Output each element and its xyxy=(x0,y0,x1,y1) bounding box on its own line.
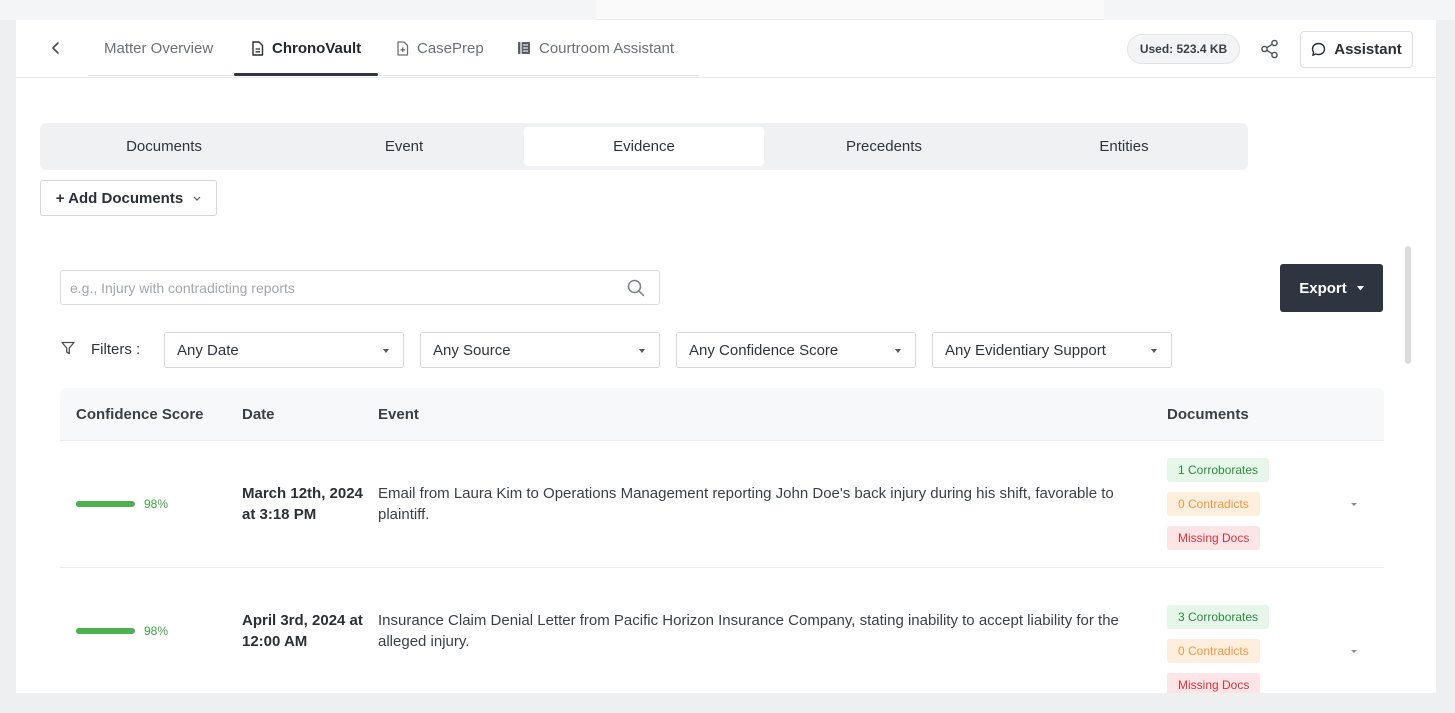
corroborates-badge[interactable]: 1 Corroborates xyxy=(1167,458,1270,482)
subtab-entities[interactable]: Entities xyxy=(1004,127,1244,166)
table-row[interactable]: 98% March 12th, 2024 at 3:18 PM Email fr… xyxy=(60,441,1384,568)
select-value: Any Evidentiary Support xyxy=(945,341,1106,359)
tab-courtroom-assistant[interactable]: Courtroom Assistant xyxy=(517,20,674,76)
table-header: Confidence Score Date Event Documents xyxy=(60,388,1384,441)
confidence-bar xyxy=(76,501,135,507)
tab-matter-overview[interactable]: Matter Overview xyxy=(104,20,213,76)
tab-label: CasePrep xyxy=(417,39,484,57)
tab-label: Matter Overview xyxy=(104,39,214,57)
caret-down-icon xyxy=(895,349,901,353)
window-top-strip xyxy=(0,0,1455,20)
missing-docs-badge[interactable]: Missing Docs xyxy=(1167,526,1261,550)
column-header-event[interactable]: Event xyxy=(378,406,419,423)
file-plus-icon xyxy=(397,40,409,56)
select-value: Any Source xyxy=(433,341,511,359)
subtab-documents[interactable]: Documents xyxy=(44,127,284,166)
chat-bubble-icon xyxy=(1312,42,1326,56)
active-tab-indicator xyxy=(234,73,378,76)
tab-caseprep[interactable]: CasePrep xyxy=(396,20,484,76)
share-button[interactable] xyxy=(1259,38,1281,60)
date-filter-select[interactable]: Any Date xyxy=(164,332,404,368)
tab-label: Courtroom Assistant xyxy=(539,39,675,57)
export-button[interactable]: Export xyxy=(1280,264,1383,312)
confidence-bar-fill xyxy=(76,628,134,634)
event-date: March 12th, 2024 at 3:18 PM xyxy=(242,483,367,525)
scrollbar-thumb[interactable] xyxy=(1405,246,1411,364)
add-documents-label: + Add Documents xyxy=(55,189,184,207)
confidence-percent: 98% xyxy=(144,624,169,638)
event-description: Insurance Claim Denial Letter from Pacif… xyxy=(378,612,1119,650)
confidence-percent: 98% xyxy=(144,497,169,511)
date-line: at 3:18 PM xyxy=(242,506,317,523)
chevron-left-icon xyxy=(52,42,59,54)
contradicts-badge[interactable]: 0 Contradicts xyxy=(1167,492,1260,516)
subtab-evidence[interactable]: Evidence xyxy=(524,127,764,166)
column-header-date[interactable]: Date xyxy=(242,406,275,423)
add-documents-button[interactable]: + Add Documents xyxy=(40,180,217,216)
sub-tab-bar: Documents Event Evidence Precedents Enti… xyxy=(40,123,1248,170)
share-icon xyxy=(1261,39,1278,59)
select-value: Any Date xyxy=(177,341,239,359)
search-box xyxy=(60,270,660,305)
expand-row-caret-icon[interactable] xyxy=(1351,650,1357,653)
storage-used-badge: Used: 523.4 KB xyxy=(1127,34,1240,64)
caret-down-icon xyxy=(1356,285,1364,290)
source-filter-select[interactable]: Any Source xyxy=(420,332,660,368)
column-header-documents[interactable]: Documents xyxy=(1167,406,1249,423)
tab-label: ChronoVault xyxy=(272,39,362,57)
confidence-filter-select[interactable]: Any Confidence Score xyxy=(676,332,916,368)
assistant-button[interactable]: Assistant xyxy=(1300,31,1413,68)
expand-row-caret-icon[interactable] xyxy=(1351,503,1357,506)
filters-label: Filters : xyxy=(91,341,141,358)
table-row[interactable]: 98% April 3rd, 2024 at 12:00 AM Insuranc… xyxy=(60,568,1384,693)
contradicts-badge[interactable]: 0 Contradicts xyxy=(1167,639,1260,663)
book-icon xyxy=(518,42,530,54)
search-icon[interactable] xyxy=(627,279,645,297)
confidence-bar xyxy=(76,628,135,634)
subtab-precedents[interactable]: Precedents xyxy=(764,127,1004,166)
export-label: Export xyxy=(1299,279,1347,297)
app-frame: Matter Overview ChronoVault CasePrep Cou… xyxy=(16,20,1436,693)
caret-down-icon xyxy=(639,349,645,353)
tab-divider xyxy=(88,75,700,76)
evidence-table: Confidence Score Date Event Documents 98… xyxy=(60,388,1384,693)
caret-down-icon xyxy=(383,349,389,353)
column-header-confidence[interactable]: Confidence Score xyxy=(76,406,204,423)
missing-docs-badge[interactable]: Missing Docs xyxy=(1167,673,1261,693)
date-line: 12:00 AM xyxy=(242,633,308,650)
search-input[interactable] xyxy=(61,271,621,304)
select-value: Any Confidence Score xyxy=(689,341,839,359)
document-icon xyxy=(252,40,264,56)
chevron-down-icon xyxy=(193,196,201,201)
app-header: Matter Overview ChronoVault CasePrep Cou… xyxy=(16,20,1436,78)
confidence-bar-fill xyxy=(76,501,134,507)
assistant-label: Assistant xyxy=(1334,41,1402,58)
filter-icon xyxy=(61,341,75,355)
caret-down-icon xyxy=(1151,349,1157,353)
corroborates-badge[interactable]: 3 Corroborates xyxy=(1167,605,1270,629)
tab-chronovault[interactable]: ChronoVault xyxy=(251,20,361,76)
date-line: March 12th, 2024 xyxy=(242,485,363,502)
evidentiary-support-filter-select[interactable]: Any Evidentiary Support xyxy=(932,332,1172,368)
subtab-event[interactable]: Event xyxy=(284,127,524,166)
date-line: April 3rd, 2024 at xyxy=(242,612,363,629)
back-button[interactable] xyxy=(46,38,66,58)
event-description: Email from Laura Kim to Operations Manag… xyxy=(378,485,1114,523)
event-date: April 3rd, 2024 at 12:00 AM xyxy=(242,610,367,652)
